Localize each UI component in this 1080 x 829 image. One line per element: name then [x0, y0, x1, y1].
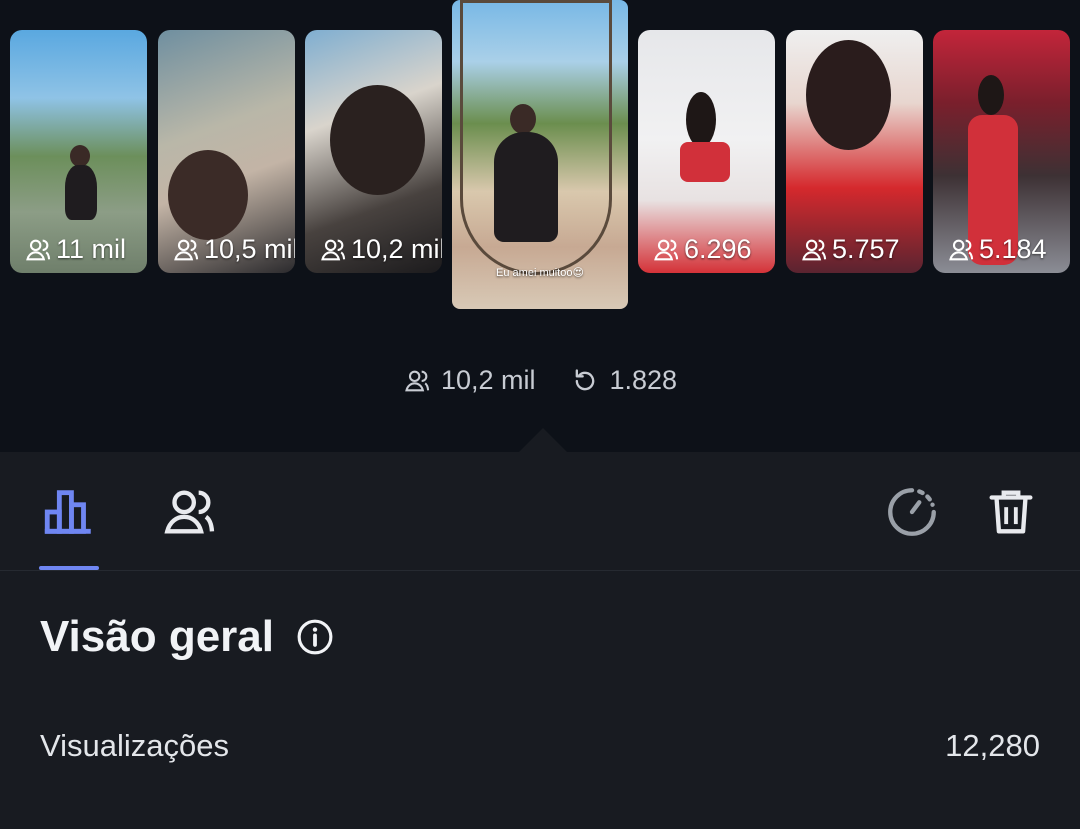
person-figure	[806, 40, 891, 150]
story-view-count: 11 mil	[24, 234, 126, 265]
tab-insights[interactable]	[37, 480, 101, 544]
person-figure	[168, 150, 248, 240]
metric-row: Visualizações 12,280	[40, 728, 1040, 764]
overview-heading: Visão geral	[40, 612, 334, 662]
delete-button[interactable]	[979, 480, 1043, 544]
metric-value: 12,280	[945, 728, 1040, 763]
selected-story-stats: 10,2 mil 1.828	[0, 365, 1080, 396]
story-caption: Eu amei muitoo😍	[496, 267, 584, 279]
story-view-count: 5.184	[947, 234, 1047, 265]
viewers-icon	[26, 239, 51, 260]
viewers-icon	[321, 239, 346, 260]
person-figure	[510, 104, 536, 134]
insights-toolbar	[0, 452, 1080, 571]
story-thumbnail[interactable]: 10,2 mil	[305, 30, 442, 273]
bar-chart-icon	[44, 490, 91, 534]
story-thumbnail[interactable]: 5.757	[786, 30, 923, 273]
tab-viewers[interactable]	[157, 480, 221, 544]
viewers-stat: 10,2 mil	[403, 365, 535, 396]
viewers-icon	[654, 239, 679, 260]
viewers-icon	[405, 370, 430, 391]
trash-icon	[989, 490, 1033, 534]
viewers-icon	[164, 490, 215, 534]
info-icon[interactable]	[296, 618, 334, 656]
story-view-count: 5.757	[800, 234, 900, 265]
person-figure	[70, 145, 90, 167]
timer-button[interactable]	[880, 480, 944, 544]
story-thumbnail[interactable]: 11 mil	[10, 30, 147, 273]
person-figure	[65, 165, 97, 220]
story-view-count: 10,2 mil	[319, 234, 442, 265]
person-figure	[686, 92, 716, 147]
story-thumbnail-selected[interactable]: Eu amei muitoo😍	[452, 0, 628, 309]
story-thumbnail[interactable]: 5.184	[933, 30, 1070, 273]
person-figure	[330, 85, 425, 195]
person-figure	[494, 132, 558, 242]
story-view-count: 10,5 mil	[172, 234, 295, 265]
insights-panel: Visão geral Visualizações 12,280	[0, 452, 1080, 829]
overview-title: Visão geral	[40, 612, 274, 661]
story-thumbnail[interactable]: 10,5 mil	[158, 30, 295, 273]
replays-stat: 1.828	[571, 365, 677, 396]
viewers-icon	[802, 239, 827, 260]
viewers-icon	[174, 239, 199, 260]
viewers-icon	[949, 239, 974, 260]
replay-icon	[576, 368, 595, 390]
story-view-count: 6.296	[652, 234, 752, 265]
person-figure	[978, 75, 1004, 115]
metric-label: Visualizações	[40, 728, 229, 763]
timer-icon	[888, 488, 936, 536]
story-carousel: 11 mil 10,5 mil 10,2 mil Eu amei muitoo😍…	[0, 0, 1080, 452]
active-tab-indicator	[39, 566, 99, 570]
story-thumbnail[interactable]: 6.296	[638, 30, 775, 273]
person-figure	[680, 142, 730, 182]
selection-pointer	[519, 428, 567, 452]
